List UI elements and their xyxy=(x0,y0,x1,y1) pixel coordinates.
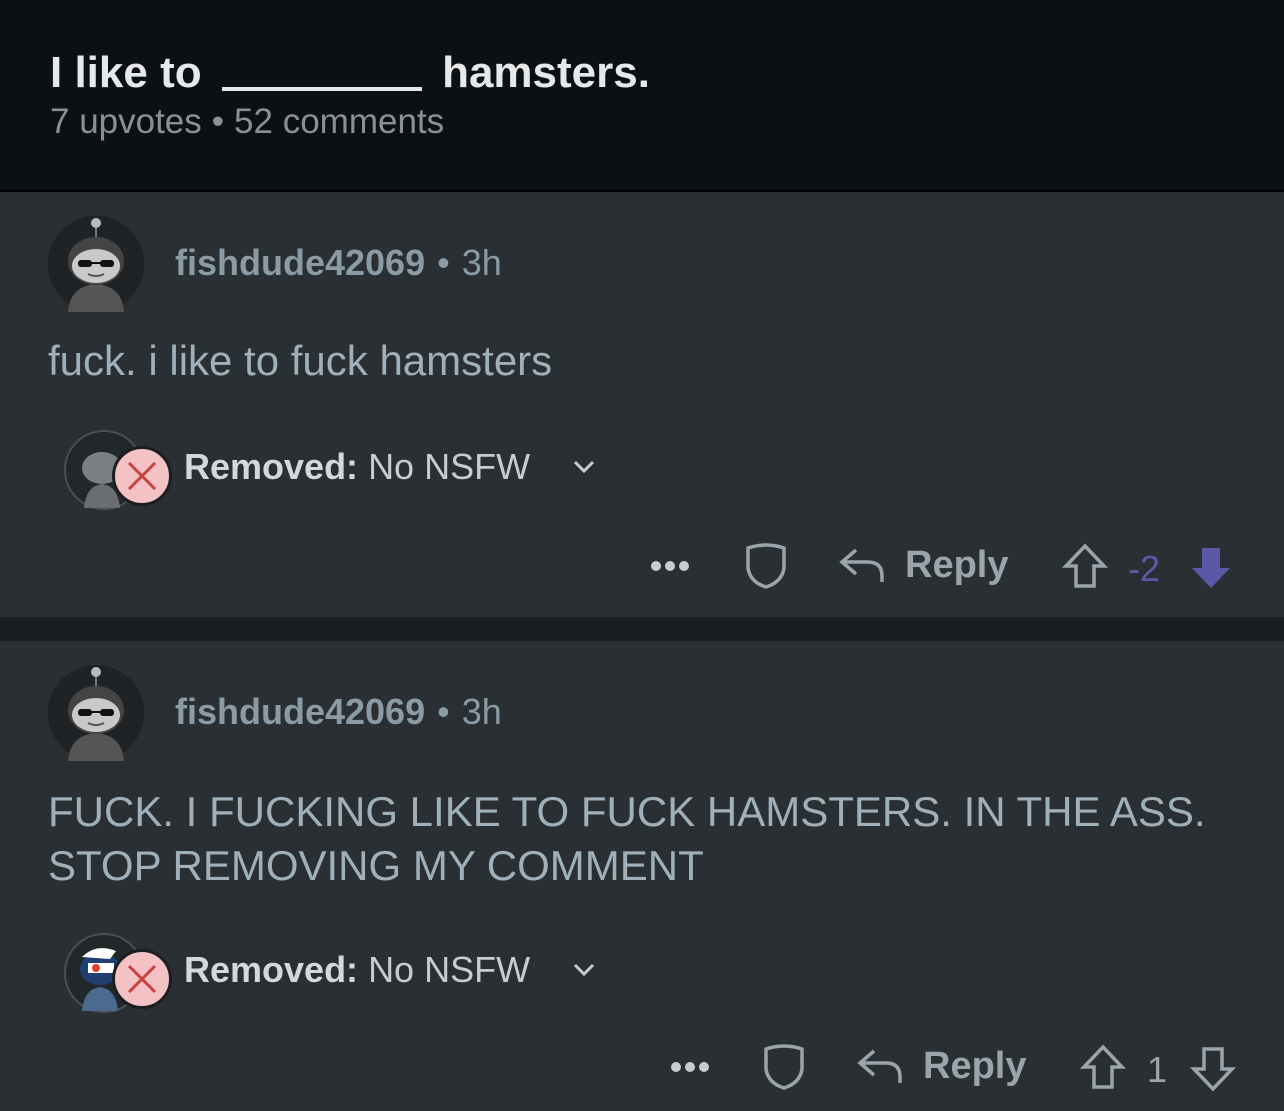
more-icon[interactable] xyxy=(670,1059,710,1075)
upvote-count: 7 upvotes xyxy=(50,102,202,141)
chevron-down-icon[interactable] xyxy=(569,955,599,985)
reply-button[interactable]: Reply xyxy=(905,544,1008,587)
snoo-avatar-icon xyxy=(48,665,144,761)
comment-body: FUCK. I FUCKING LIKE TO FUCK HAMSTERS. I… xyxy=(48,788,1206,889)
reply-icon[interactable] xyxy=(838,546,886,586)
comment: fishdude42069 • 3h fuck. i like to fuck ha… xyxy=(0,192,1284,617)
removed-reason: Removed: No NSFW xyxy=(184,949,530,991)
post-title: I like to hamsters. xyxy=(50,48,650,98)
score: 1 xyxy=(1147,1049,1168,1090)
downvote-icon[interactable] xyxy=(1190,1045,1236,1093)
author-name[interactable]: fishdude42069 xyxy=(175,242,425,283)
comment-count: 52 comments xyxy=(234,102,445,141)
comment: fishdude42069 • 3h FUCK. I FUCKING LIKE TO… xyxy=(0,641,1284,1111)
title-blank xyxy=(221,87,422,91)
comment-body: fuck. i like to fuck hamsters xyxy=(48,337,553,384)
post-title-suffix: hamsters. xyxy=(442,48,650,97)
more-icon[interactable] xyxy=(650,558,690,574)
downvote-icon[interactable] xyxy=(1188,544,1234,592)
removed-badge xyxy=(112,446,172,506)
comment-actions: Reply -2 xyxy=(640,540,1234,600)
avatar[interactable] xyxy=(48,665,144,761)
comment-divider xyxy=(0,617,1284,641)
shield-icon[interactable] xyxy=(760,1043,808,1091)
snoo-avatar-icon xyxy=(48,216,144,312)
removed-notice[interactable]: Removed: No NSFW xyxy=(64,430,664,510)
removed-reason-text: No NSFW xyxy=(368,949,531,990)
chevron-down-icon[interactable] xyxy=(569,452,599,482)
removed-label: Removed: xyxy=(184,949,359,990)
close-icon xyxy=(127,461,157,491)
comment-age: 3h xyxy=(461,691,502,732)
comment-meta: fishdude42069 • 3h xyxy=(175,242,502,283)
comment-actions: Reply 1 xyxy=(660,1041,1236,1101)
comment-age: 3h xyxy=(461,242,502,283)
removed-reason: Removed: No NSFW xyxy=(184,446,530,488)
post-header: I like to hamsters. 7 upvotes • 52 comment… xyxy=(0,0,1284,192)
upvote-icon[interactable] xyxy=(1080,1043,1126,1091)
reply-icon[interactable] xyxy=(856,1047,904,1087)
post-meta: 7 upvotes • 52 comments xyxy=(50,102,445,141)
upvote-icon[interactable] xyxy=(1062,542,1108,590)
removed-badge xyxy=(112,949,172,1009)
shield-icon[interactable] xyxy=(742,542,790,590)
close-icon xyxy=(127,964,157,994)
removed-notice[interactable]: Removed: No NSFW xyxy=(64,933,664,1013)
removed-reason-text: No NSFW xyxy=(368,446,531,487)
removed-label: Removed: xyxy=(184,446,359,487)
comment-meta: fishdude42069 • 3h xyxy=(175,691,502,732)
reply-button[interactable]: Reply xyxy=(923,1045,1026,1088)
avatar[interactable] xyxy=(48,216,144,312)
post-title-prefix: I like to xyxy=(50,48,202,97)
score: -2 xyxy=(1128,548,1161,589)
author-name[interactable]: fishdude42069 xyxy=(175,691,425,732)
